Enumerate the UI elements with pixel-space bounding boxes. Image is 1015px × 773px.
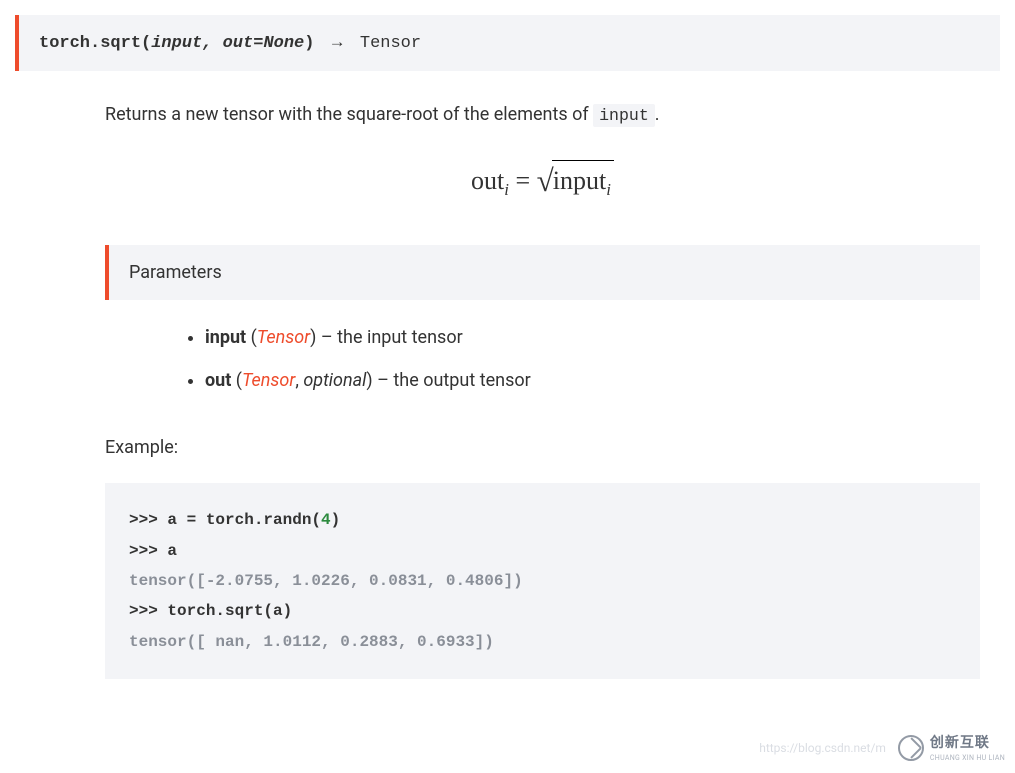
formula-rhs: input [553, 166, 606, 195]
param-name: out [205, 370, 231, 391]
math-formula: outi = √inputi [105, 158, 980, 205]
code-line: tensor([ nan, 1.0112, 0.2883, 0.6933]) [129, 627, 956, 657]
param-type[interactable]: Tensor [242, 370, 295, 391]
sig-returns: Tensor [360, 34, 421, 53]
param-type[interactable]: Tensor [257, 327, 310, 348]
number-literal: 4 [321, 511, 331, 529]
stmt: torch.sqrt(a) [167, 602, 292, 620]
sig-open: ( [141, 34, 151, 53]
param-name: input [205, 327, 246, 348]
param-desc: the output tensor [393, 370, 530, 391]
parameters-heading-box: Parameters [105, 245, 980, 300]
description: Returns a new tensor with the square-roo… [105, 101, 980, 129]
watermark-brand-cn: 创新互联 [930, 735, 990, 751]
watermark-text: 创新互联 CHUANG XIN HU LIAN [930, 733, 1005, 764]
desc-inline-code: input [593, 104, 655, 127]
content-body: Returns a new tensor with the square-roo… [15, 101, 1000, 680]
sig-qualname: torch.sqrt [39, 34, 141, 53]
formula-lhs: out [471, 166, 504, 195]
formula-sub-rhs: i [606, 181, 611, 200]
desc-suffix: . [655, 104, 660, 125]
code-example: >>> a = torch.randn(4) >>> a tensor([-2.… [105, 483, 980, 679]
watermark: https://blog.csdn.net/m 创新互联 CHUANG XIN … [759, 733, 1005, 764]
example-label: Example: [105, 434, 980, 461]
code-line: tensor([-2.0755, 1.0226, 0.0831, 0.4806]… [129, 566, 956, 596]
prompt: >>> [129, 542, 167, 560]
code-line: >>> torch.sqrt(a) [129, 596, 956, 626]
desc-prefix: Returns a new tensor with the square-roo… [105, 104, 593, 125]
parameters-list: input (Tensor) – the input tensor out (T… [105, 324, 980, 394]
arrow-icon: → [329, 32, 346, 51]
stmt: ) [331, 511, 341, 529]
sig-params: input, out=None [151, 34, 304, 53]
list-item: out (Tensor, optional) – the output tens… [205, 367, 980, 394]
prompt: >>> [129, 511, 167, 529]
stmt: a = torch.randn( [167, 511, 321, 529]
list-item: input (Tensor) – the input tensor [205, 324, 980, 351]
code-line: >>> a [129, 536, 956, 566]
watermark-logo-icon [898, 735, 924, 761]
code-line: >>> a = torch.randn(4) [129, 505, 956, 535]
sig-close: ) [304, 34, 314, 53]
parameters-heading: Parameters [129, 262, 222, 283]
output: tensor([-2.0755, 1.0226, 0.0831, 0.4806]… [129, 572, 523, 590]
param-desc: the input tensor [337, 327, 463, 348]
prompt: >>> [129, 602, 167, 620]
watermark-url: https://blog.csdn.net/m [759, 739, 886, 757]
param-optional: optional [303, 370, 366, 391]
watermark-brand-py: CHUANG XIN HU LIAN [930, 753, 1005, 764]
output: tensor([ nan, 1.0112, 0.2883, 0.6933]) [129, 633, 494, 651]
formula-eq: = [509, 166, 537, 195]
function-signature: torch.sqrt(input, out=None) → Tensor [15, 15, 1000, 71]
stmt: a [167, 542, 177, 560]
